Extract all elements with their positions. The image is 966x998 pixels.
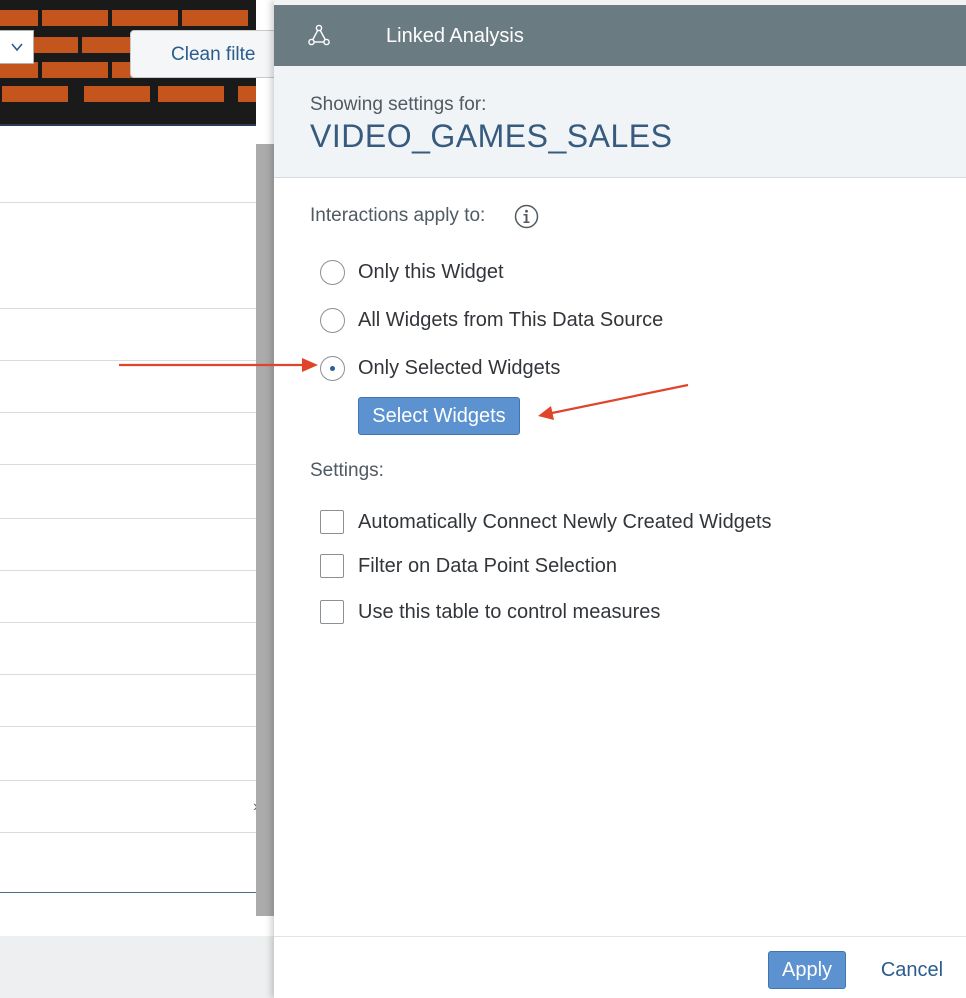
panel-footer: Apply Cancel xyxy=(274,936,966,998)
clean-filter-button[interactable]: Clean filte xyxy=(130,30,274,78)
radio-only-this-widget[interactable]: Only this Widget xyxy=(320,258,504,286)
table-row-divider xyxy=(0,412,256,413)
checkbox[interactable] xyxy=(320,510,344,534)
checkbox[interactable] xyxy=(320,600,344,624)
table-row-divider xyxy=(0,674,256,675)
radio-button[interactable] xyxy=(320,307,345,333)
scrollbar[interactable] xyxy=(256,144,274,916)
apply-button[interactable]: Apply xyxy=(768,951,846,989)
option-label: Filter on Data Point Selection xyxy=(358,554,618,577)
panel-header: Linked Analysis xyxy=(274,0,966,66)
canvas-footer xyxy=(0,936,274,998)
clean-filter-label: Clean filte xyxy=(171,44,256,65)
table-row-divider xyxy=(0,832,256,833)
source-caption: Showing settings for: xyxy=(310,94,487,115)
info-icon[interactable] xyxy=(514,204,539,229)
option-label: Use this table to control measures xyxy=(358,600,661,623)
table-row-divider xyxy=(0,360,256,361)
panel-title: Linked Analysis xyxy=(386,25,524,47)
source-name: VIDEO_GAMES_SALES xyxy=(310,118,673,154)
option-label: Only Selected Widgets xyxy=(358,356,561,379)
checkbox-auto-connect-widgets[interactable]: Automatically Connect Newly Created Widg… xyxy=(320,508,772,536)
story-canvas: Clean filte › xyxy=(0,0,274,998)
table-row-divider xyxy=(0,780,256,781)
table-row-divider xyxy=(0,622,256,623)
table-row-divider xyxy=(0,518,256,519)
radio-only-selected-widgets[interactable]: Only Selected Widgets xyxy=(320,354,560,382)
option-label: Only this Widget xyxy=(358,260,504,283)
table-row-divider xyxy=(0,726,256,727)
table-row-divider xyxy=(0,570,256,571)
radio-button-selected[interactable] xyxy=(320,355,345,381)
interactions-label: Interactions apply to: xyxy=(310,205,486,226)
table-bottom-border xyxy=(0,892,256,893)
data-source-summary: Showing settings for: VIDEO_GAMES_SALES xyxy=(274,66,966,178)
checkbox[interactable] xyxy=(320,554,344,578)
select-widgets-button[interactable]: Select Widgets xyxy=(358,397,520,435)
settings-label: Settings: xyxy=(310,460,384,481)
option-label: Automatically Connect Newly Created Widg… xyxy=(358,510,772,533)
radio-all-widgets-from-source[interactable]: All Widgets from This Data Source xyxy=(320,306,663,334)
cancel-button[interactable]: Cancel xyxy=(872,951,952,989)
chevron-down-icon xyxy=(10,43,23,52)
filter-dropdown[interactable] xyxy=(0,30,34,64)
radio-button[interactable] xyxy=(320,259,345,285)
option-label: All Widgets from This Data Source xyxy=(358,308,664,331)
table-row-divider xyxy=(0,464,256,465)
linked-analysis-icon xyxy=(308,24,330,46)
table-row-divider xyxy=(0,202,256,203)
table-row-divider xyxy=(0,308,256,309)
linked-analysis-panel: Linked Analysis Showing settings for: VI… xyxy=(274,0,966,998)
checkbox-control-measures[interactable]: Use this table to control measures xyxy=(320,598,660,626)
checkbox-filter-on-data-point[interactable]: Filter on Data Point Selection xyxy=(320,552,617,580)
